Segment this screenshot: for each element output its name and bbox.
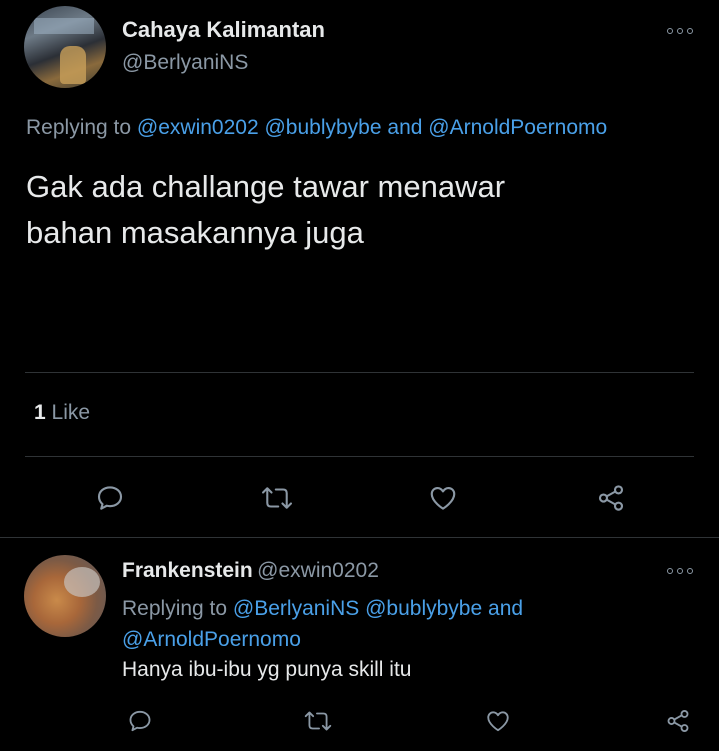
tweet-text: Gak ada challange tawar menawar bahan ma… bbox=[26, 164, 686, 256]
tweet-thread: Cahaya Kalimantan @BerlyaniNS Replying t… bbox=[0, 0, 719, 751]
comment-icon bbox=[97, 486, 123, 510]
mention-link[interactable]: @ArnoldPoernomo bbox=[122, 628, 301, 651]
like-count-link[interactable]: 1 Like bbox=[34, 401, 90, 425]
author-avatar[interactable] bbox=[24, 6, 106, 88]
mention-and-others-link[interactable]: and bbox=[488, 597, 523, 620]
divider bbox=[25, 372, 694, 373]
divider bbox=[25, 456, 694, 457]
replying-to-label: Replying to bbox=[26, 116, 132, 139]
like-count: 1 bbox=[34, 401, 46, 424]
heart-icon bbox=[487, 711, 509, 732]
replying-to-line: Replying to @exwin0202 @bublybybe and @A… bbox=[26, 116, 607, 140]
reply-replying-to-line: Replying to @BerlyaniNS @bublybybe and @… bbox=[122, 593, 642, 655]
mention-link[interactable]: @BerlyaniNS bbox=[233, 597, 359, 620]
reply-author-name[interactable]: Frankenstein bbox=[122, 559, 253, 582]
share-icon bbox=[667, 710, 689, 732]
tweet-text-line: Gak ada challange tawar menawar bbox=[26, 169, 506, 204]
reply-share-button[interactable] bbox=[662, 705, 694, 737]
author-name[interactable]: Cahaya Kalimantan bbox=[122, 17, 325, 43]
reply-tweet-text: Hanya ibu-ibu yg punya skill itu bbox=[122, 658, 412, 681]
mention-link[interactable]: @bublybybe bbox=[365, 597, 482, 620]
mention-link[interactable]: @bublybybe bbox=[264, 116, 381, 139]
comment-icon bbox=[129, 710, 151, 732]
reply-author-avatar[interactable] bbox=[24, 555, 106, 637]
mention-link[interactable]: @exwin0202 bbox=[137, 116, 259, 139]
divider bbox=[0, 537, 719, 538]
share-button[interactable] bbox=[591, 478, 631, 518]
retweet-button[interactable] bbox=[255, 478, 299, 518]
reply-reply-button[interactable] bbox=[124, 705, 156, 737]
mention-and-others-link[interactable]: and bbox=[387, 116, 422, 139]
tweet-text-line: bahan masakannya juga bbox=[26, 215, 364, 250]
retweet-icon bbox=[262, 487, 292, 509]
replying-to-label: Replying to bbox=[122, 597, 228, 620]
mention-link[interactable]: @ArnoldPoernomo bbox=[428, 116, 607, 139]
more-options-icon[interactable] bbox=[667, 26, 693, 36]
like-count-label: Like bbox=[51, 401, 91, 424]
retweet-icon bbox=[304, 711, 332, 731]
reply-more-options-icon[interactable] bbox=[667, 566, 693, 576]
reply-like-button[interactable] bbox=[482, 705, 514, 737]
like-button[interactable] bbox=[423, 478, 463, 518]
reply-button[interactable] bbox=[90, 478, 130, 518]
author-handle[interactable]: @BerlyaniNS bbox=[122, 51, 248, 75]
reply-author-line: Frankenstein @exwin0202 bbox=[122, 559, 379, 583]
heart-icon bbox=[430, 486, 456, 510]
share-icon bbox=[598, 485, 624, 511]
reply-retweet-button[interactable] bbox=[300, 705, 336, 737]
reply-author-handle[interactable]: @exwin0202 bbox=[257, 559, 379, 582]
